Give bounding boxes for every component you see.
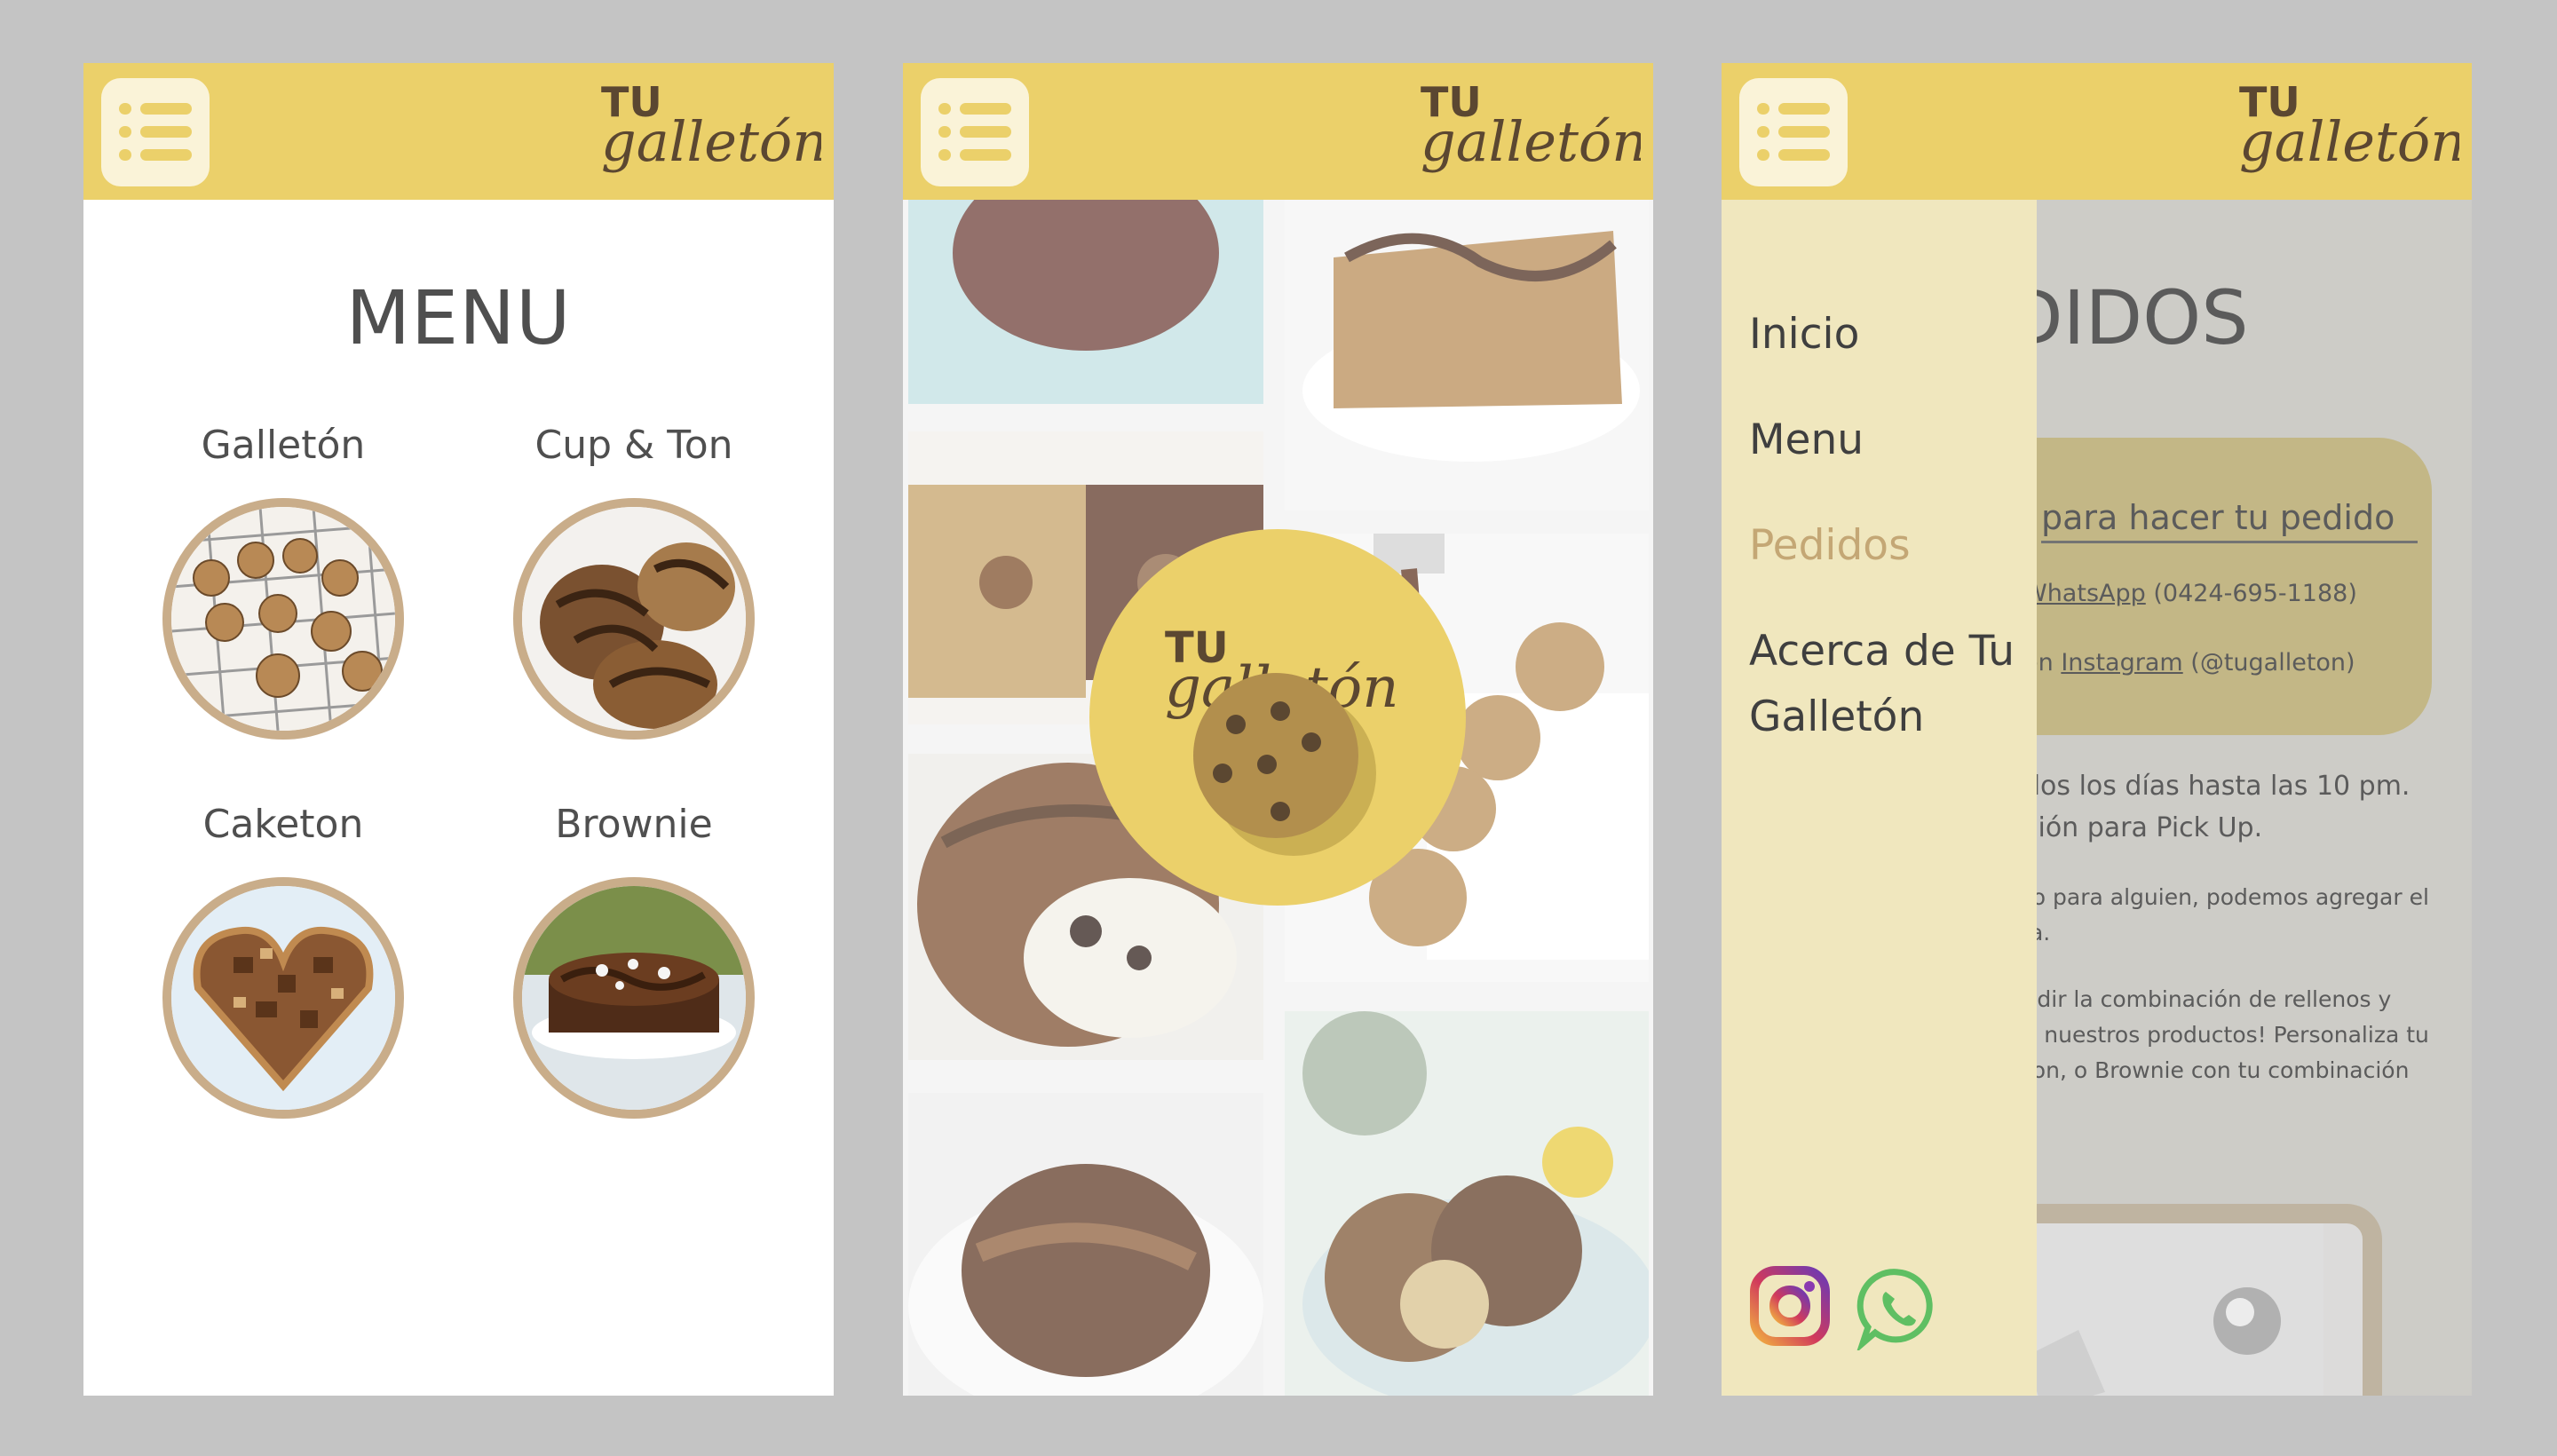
caketon-photo[interactable]: [162, 877, 404, 1119]
header-bar: TU galletón: [1722, 63, 2472, 200]
menu-screen: TU galletón MENU Galletón Cup & Ton Cake…: [83, 63, 834, 1396]
nav-item-menu[interactable]: Menu: [1749, 408, 1864, 473]
brand-logo[interactable]: TU galletón: [1419, 74, 1641, 194]
menu-item-galleton[interactable]: Galletón: [123, 423, 443, 740]
menu-item-label: Cup & Ton: [534, 423, 733, 468]
svg-text:galletón: galletón: [2239, 109, 2459, 174]
list-bullet-icon: [1757, 126, 1769, 138]
list-line-icon: [960, 149, 1011, 161]
hamburger-menu-button[interactable]: [101, 78, 210, 186]
whatsapp-icon[interactable]: [1856, 1265, 1941, 1350]
pedidos-screen: TU galletón DIDOS para hacer tu pedido W…: [1722, 63, 2472, 1396]
header-bar: TU galletón: [903, 63, 1653, 200]
nav-item-inicio[interactable]: Inicio: [1749, 302, 1859, 368]
list-bullet-icon: [938, 103, 951, 115]
cup-ton-photo[interactable]: [513, 498, 755, 740]
svg-text:galletón: galletón: [601, 109, 821, 174]
brownie-photo[interactable]: [513, 877, 755, 1119]
list-line-icon: [1778, 126, 1830, 138]
loading-logo: TU galletón: [1089, 529, 1466, 906]
instagram-icon[interactable]: [1749, 1265, 1831, 1347]
gallery-screen: TU galletón TU: [903, 63, 1653, 1396]
menu-item-brownie[interactable]: Brownie: [474, 802, 794, 1119]
menu-item-label: Galletón: [201, 423, 366, 468]
page-title: MENU: [345, 274, 572, 361]
list-line-icon: [1778, 149, 1830, 161]
galleton-photo[interactable]: [162, 498, 404, 740]
menu-item-caketon[interactable]: Caketon: [123, 802, 443, 1119]
list-line-icon: [140, 149, 192, 161]
list-bullet-icon: [938, 126, 951, 138]
nav-drawer: Inicio Menu Pedidos Acerca de Tu Galletó…: [1722, 200, 2037, 1396]
hamburger-menu-button[interactable]: [921, 78, 1029, 186]
menu-item-cup-ton[interactable]: Cup & Ton: [474, 423, 794, 740]
list-line-icon: [140, 126, 192, 138]
svg-text:galletón: galletón: [1421, 109, 1641, 174]
brand-logo[interactable]: TU galletón: [2237, 74, 2459, 194]
hamburger-menu-button[interactable]: [1739, 78, 1848, 186]
brand-logo[interactable]: TU galletón: [599, 74, 821, 194]
list-bullet-icon: [119, 126, 131, 138]
list-line-icon: [140, 103, 192, 115]
list-bullet-icon: [938, 149, 951, 161]
nav-item-pedidos[interactable]: Pedidos: [1749, 513, 1911, 579]
list-line-icon: [960, 103, 1011, 115]
list-bullet-icon: [119, 103, 131, 115]
list-bullet-icon: [1757, 149, 1769, 161]
list-bullet-icon: [1757, 103, 1769, 115]
list-line-icon: [960, 126, 1011, 138]
nav-item-acerca[interactable]: Acerca de Tu Galletón: [1749, 619, 2024, 750]
header-bar: TU galletón: [83, 63, 834, 200]
menu-item-label: Brownie: [555, 802, 713, 847]
list-line-icon: [1778, 103, 1830, 115]
menu-item-label: Caketon: [202, 802, 364, 847]
list-bullet-icon: [119, 149, 131, 161]
